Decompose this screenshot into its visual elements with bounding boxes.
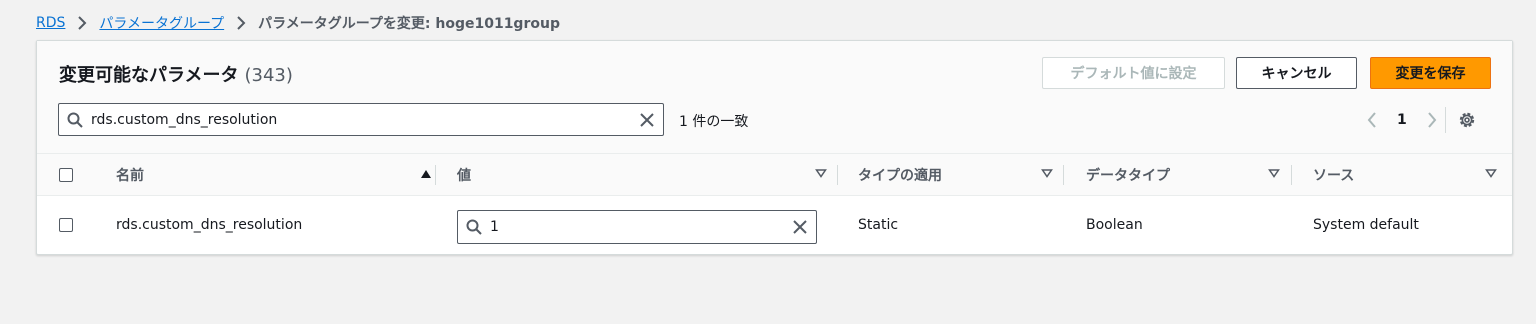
- parameter-value[interactable]: 1: [490, 219, 792, 235]
- column-apply-type-label: タイプの適用: [858, 167, 942, 184]
- parameter-count: (343): [244, 65, 293, 86]
- column-header-data-type[interactable]: データタイプ: [1086, 154, 1280, 195]
- column-header-name[interactable]: 名前: [116, 154, 431, 195]
- column-header-source[interactable]: ソース: [1313, 154, 1497, 195]
- column-divider: [1063, 165, 1064, 185]
- column-source-label: ソース: [1313, 167, 1355, 184]
- chevron-right-icon[interactable]: [1427, 112, 1437, 128]
- panel-title: 変更可能なパラメータ (343): [59, 61, 293, 87]
- pagination: 1: [1367, 107, 1476, 133]
- page-number[interactable]: 1: [1397, 112, 1407, 128]
- column-divider: [1291, 165, 1292, 185]
- search-icon: [67, 112, 83, 128]
- breadcrumb-rds-link[interactable]: RDS: [36, 15, 65, 31]
- sort-caret-down-icon[interactable]: [1485, 168, 1497, 178]
- breadcrumb-parameter-groups-link[interactable]: パラメータグループ: [99, 13, 224, 33]
- column-data-type-label: データタイプ: [1086, 167, 1170, 184]
- match-count: 1 件の一致: [679, 114, 749, 130]
- cell-apply-type: Static: [858, 217, 899, 233]
- column-header-apply-type[interactable]: タイプの適用: [858, 154, 1053, 195]
- column-divider: [435, 165, 436, 185]
- chevron-right-icon: [77, 16, 87, 30]
- cell-source: System default: [1313, 217, 1419, 233]
- table-row: rds.custom_dns_resolution 1 Static Boole…: [37, 196, 1512, 254]
- select-all-checkbox[interactable]: [59, 168, 73, 182]
- save-changes-button[interactable]: 変更を保存: [1370, 57, 1491, 89]
- clear-icon[interactable]: [792, 219, 808, 235]
- table-header: 名前 値 タイプの適用 データタイプ ソース: [37, 154, 1512, 196]
- cell-name: rds.custom_dns_resolution: [116, 217, 303, 233]
- parameters-panel: 変更可能なパラメータ (343) デフォルト値に設定 キャンセル 変更を保存 rd…: [36, 40, 1513, 255]
- clear-icon[interactable]: [639, 112, 655, 128]
- chevron-right-icon: [236, 16, 246, 30]
- breadcrumb: RDS パラメータグループ パラメータグループを変更: hoge1011grou…: [36, 12, 560, 34]
- parameter-value-input[interactable]: 1: [457, 210, 817, 244]
- parameter-search-input[interactable]: rds.custom_dns_resolution: [58, 103, 664, 136]
- reset-default-button[interactable]: デフォルト値に設定: [1042, 57, 1225, 89]
- panel-header: 変更可能なパラメータ (343) デフォルト値に設定 キャンセル 変更を保存 rd…: [37, 41, 1512, 154]
- pager-divider: [1444, 107, 1446, 133]
- row-select-checkbox[interactable]: [59, 218, 73, 232]
- cancel-button[interactable]: キャンセル: [1236, 57, 1357, 89]
- settings-gear-icon[interactable]: [1458, 111, 1476, 129]
- sort-caret-down-icon[interactable]: [1268, 168, 1280, 178]
- cell-data-type: Boolean: [1086, 217, 1143, 233]
- sort-caret-down-icon[interactable]: [1041, 168, 1053, 178]
- column-value-label: 値: [457, 167, 471, 184]
- column-divider: [837, 165, 838, 185]
- sort-ascending-icon[interactable]: [420, 169, 432, 179]
- panel-title-text: 変更可能なパラメータ: [59, 65, 239, 86]
- search-icon: [466, 219, 482, 235]
- sort-caret-down-icon[interactable]: [815, 168, 827, 178]
- chevron-left-icon[interactable]: [1367, 112, 1377, 128]
- column-header-value[interactable]: 値: [457, 154, 827, 195]
- column-name-label: 名前: [116, 167, 144, 184]
- search-input-value[interactable]: rds.custom_dns_resolution: [91, 112, 639, 128]
- breadcrumb-current: パラメータグループを変更: hoge1011group: [258, 16, 560, 32]
